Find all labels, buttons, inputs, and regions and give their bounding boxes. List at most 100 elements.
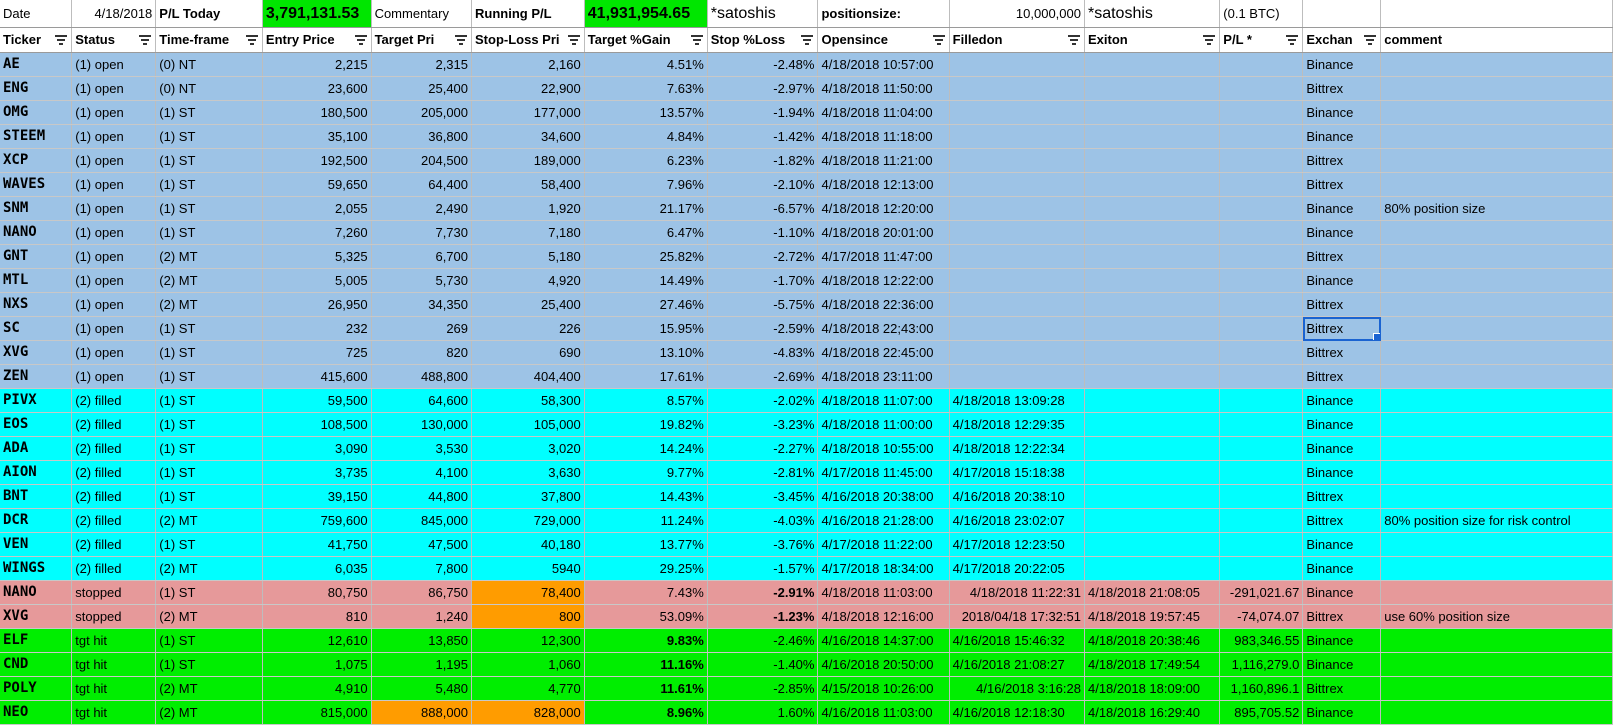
status-cell[interactable]: (2) filled	[71, 484, 157, 509]
target-price-cell[interactable]: 64,600	[371, 388, 473, 413]
comment-cell[interactable]	[1380, 220, 1613, 245]
exiton-cell[interactable]	[1084, 460, 1221, 485]
ticker-cell[interactable]: NANO	[0, 220, 73, 245]
entry-price-cell[interactable]: 80,750	[262, 580, 372, 605]
timeframe-cell[interactable]: (0) NT	[155, 76, 263, 101]
entry-price-cell[interactable]: 2,215	[262, 52, 372, 77]
target-price-cell[interactable]: 2,315	[371, 52, 473, 77]
pl-cell[interactable]	[1219, 220, 1304, 245]
opensince-cell[interactable]: 4/17/2018 11:47:00	[817, 244, 950, 269]
comment-cell[interactable]	[1380, 244, 1613, 269]
filledon-cell[interactable]: 2018/04/18 17:32:51	[949, 604, 1085, 629]
pl-cell[interactable]: 895,705.52	[1219, 700, 1304, 725]
exiton-cell[interactable]: 4/18/2018 21:08:05	[1084, 580, 1221, 605]
target-gain-cell[interactable]: 4.51%	[584, 52, 708, 77]
stop-loss-price-cell[interactable]: 729,000	[471, 508, 585, 533]
target-price-cell[interactable]: 47,500	[371, 532, 473, 557]
running-pl-value[interactable]: 41,931,954.65	[584, 0, 708, 28]
autofilter-dropdown-icon[interactable]	[54, 33, 68, 46]
target-price-cell[interactable]: 845,000	[371, 508, 473, 533]
entry-price-cell[interactable]: 6,035	[262, 556, 372, 581]
status-cell[interactable]: (1) open	[71, 364, 157, 389]
target-gain-cell[interactable]: 14.49%	[584, 268, 708, 293]
entry-price-cell[interactable]: 39,150	[262, 484, 372, 509]
header-stop-loss[interactable]: Stop %Loss	[707, 27, 819, 53]
exiton-cell[interactable]	[1084, 364, 1221, 389]
ticker-cell[interactable]: ELF	[0, 628, 73, 653]
exiton-cell[interactable]	[1084, 340, 1221, 365]
ticker-cell[interactable]: POLY	[0, 676, 73, 701]
header-exiton[interactable]: Exiton	[1084, 27, 1221, 53]
stop-loss-price-cell[interactable]: 189,000	[471, 148, 585, 173]
ticker-cell[interactable]: BNT	[0, 484, 73, 509]
target-price-cell[interactable]: 204,500	[371, 148, 473, 173]
date-label[interactable]: Date	[0, 0, 73, 28]
exiton-cell[interactable]	[1084, 268, 1221, 293]
exchange-cell[interactable]: Bittrex	[1302, 508, 1382, 533]
timeframe-cell[interactable]: (1) ST	[155, 652, 263, 677]
stop-loss-pct-cell[interactable]: -1.42%	[707, 124, 819, 149]
stop-loss-price-cell[interactable]: 226	[471, 316, 585, 341]
opensince-cell[interactable]: 4/18/2018 22:36:00	[817, 292, 950, 317]
exchange-cell[interactable]: Binance	[1302, 268, 1382, 293]
stop-loss-price-cell[interactable]: 58,300	[471, 388, 585, 413]
comment-cell[interactable]	[1380, 700, 1613, 725]
stop-loss-price-cell[interactable]: 40,180	[471, 532, 585, 557]
status-cell[interactable]: tgt hit	[71, 700, 157, 725]
ticker-cell[interactable]: WAVES	[0, 172, 73, 197]
timeframe-cell[interactable]: (2) MT	[155, 508, 263, 533]
target-gain-cell[interactable]: 4.84%	[584, 124, 708, 149]
stop-loss-price-cell[interactable]: 58,400	[471, 172, 585, 197]
exchange-cell[interactable]: Binance	[1302, 220, 1382, 245]
target-gain-cell[interactable]: 7.43%	[584, 580, 708, 605]
opensince-cell[interactable]: 4/18/2018 11:21:00	[817, 148, 950, 173]
ticker-cell[interactable]: NXS	[0, 292, 73, 317]
entry-price-cell[interactable]: 759,600	[262, 508, 372, 533]
stop-loss-pct-cell[interactable]: -2.97%	[707, 76, 819, 101]
ticker-cell[interactable]: STEEM	[0, 124, 73, 149]
target-gain-cell[interactable]: 29.25%	[584, 556, 708, 581]
pl-today-label[interactable]: P/L Today	[155, 0, 263, 28]
stop-loss-pct-cell[interactable]: -2.10%	[707, 172, 819, 197]
pl-today-value[interactable]: 3,791,131.53	[262, 0, 372, 28]
exiton-cell[interactable]	[1084, 484, 1221, 509]
target-price-cell[interactable]: 1,240	[371, 604, 473, 629]
comment-cell[interactable]: 80% position size	[1380, 196, 1613, 221]
target-gain-cell[interactable]: 9.77%	[584, 460, 708, 485]
filledon-cell[interactable]	[949, 52, 1085, 77]
status-cell[interactable]: (1) open	[71, 268, 157, 293]
exchange-cell[interactable]: Bittrex	[1302, 364, 1382, 389]
selected-cell[interactable]: Bittrex	[1302, 316, 1382, 341]
comment-cell[interactable]	[1380, 52, 1613, 77]
target-gain-cell[interactable]: 8.96%	[584, 700, 708, 725]
autofilter-dropdown-icon[interactable]	[1202, 33, 1216, 46]
status-cell[interactable]: (1) open	[71, 292, 157, 317]
pl-cell[interactable]	[1219, 436, 1304, 461]
header-status[interactable]: Status	[71, 27, 157, 53]
status-cell[interactable]: (2) filled	[71, 556, 157, 581]
timeframe-cell[interactable]: (1) ST	[155, 532, 263, 557]
ticker-cell[interactable]: SC	[0, 316, 73, 341]
exchange-cell[interactable]: Bittrex	[1302, 292, 1382, 317]
filledon-cell[interactable]	[949, 100, 1085, 125]
pl-cell[interactable]	[1219, 364, 1304, 389]
timeframe-cell[interactable]: (2) MT	[155, 676, 263, 701]
header-target-price[interactable]: Target Pri	[371, 27, 473, 53]
header-target-gain[interactable]: Target %Gain	[584, 27, 708, 53]
entry-price-cell[interactable]: 41,750	[262, 532, 372, 557]
entry-price-cell[interactable]: 810	[262, 604, 372, 629]
autofilter-dropdown-icon[interactable]	[1285, 33, 1299, 46]
autofilter-dropdown-icon[interactable]	[354, 33, 368, 46]
stop-loss-pct-cell[interactable]: -1.10%	[707, 220, 819, 245]
stop-loss-price-cell[interactable]: 2,160	[471, 52, 585, 77]
opensince-cell[interactable]: 4/18/2018 12:20:00	[817, 196, 950, 221]
opensince-cell[interactable]: 4/18/2018 11:03:00	[817, 580, 950, 605]
exiton-cell[interactable]	[1084, 76, 1221, 101]
opensince-cell[interactable]: 4/16/2018 20:38:00	[817, 484, 950, 509]
filledon-cell[interactable]: 4/18/2018 12:22:34	[949, 436, 1085, 461]
stop-loss-pct-cell[interactable]: -2.27%	[707, 436, 819, 461]
opensince-cell[interactable]: 4/18/2018 12:13:00	[817, 172, 950, 197]
opensince-cell[interactable]: 4/18/2018 20:01:00	[817, 220, 950, 245]
ticker-cell[interactable]: ENG	[0, 76, 73, 101]
status-cell[interactable]: (1) open	[71, 340, 157, 365]
